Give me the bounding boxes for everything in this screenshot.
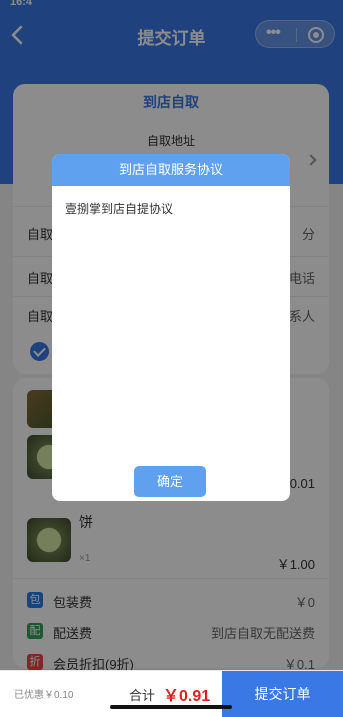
discount-text: 已优惠￥0.10 (14, 690, 74, 701)
home-indicator (110, 705, 232, 709)
total-price: ￥0.91 (163, 688, 211, 705)
bottom-bar: 已优惠￥0.10 合计 ￥0.91 提交订单 (0, 670, 343, 717)
submit-order-button[interactable]: 提交订单 (222, 671, 343, 717)
confirm-button[interactable]: 确定 (134, 466, 206, 497)
agreement-modal: 到店自取服务协议 壹捌掌到店自提协议 确定 (52, 154, 290, 501)
total-label: 合计 (129, 688, 156, 703)
modal-body-text: 壹捌掌到店自提协议 (65, 202, 174, 216)
modal-title: 到店自取服务协议 (52, 154, 290, 186)
